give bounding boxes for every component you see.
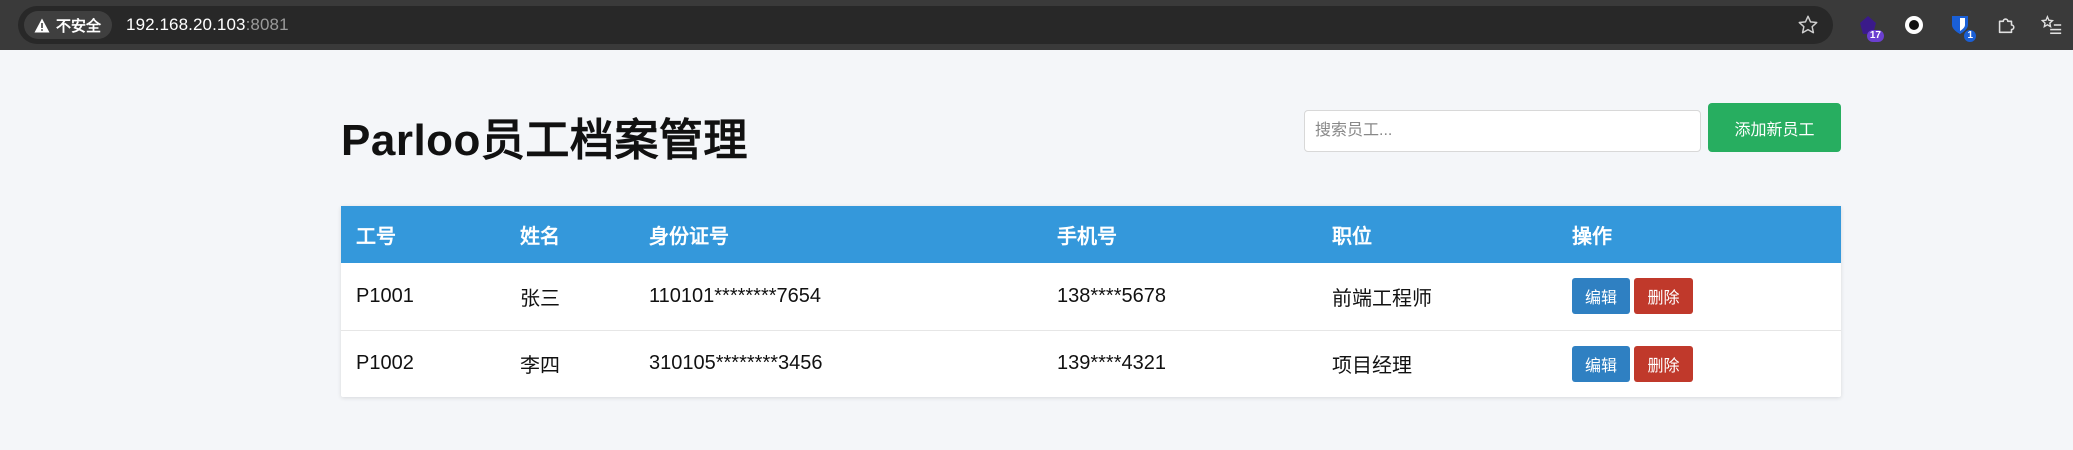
url-host: 192.168.20.103 — [126, 15, 246, 34]
security-label: 不安全 — [56, 17, 102, 35]
cell-actions: 编辑 删除 — [1557, 330, 1841, 397]
cell-id-card: 310105********3456 — [649, 352, 823, 375]
address-bar[interactable]: 不安全 192.168.20.103:8081 — [18, 6, 1833, 44]
cell-position: 项目经理 — [1332, 355, 1412, 378]
cell-id: P1002 — [356, 352, 414, 375]
cell-id: P1001 — [356, 284, 414, 307]
browser-toolbar: 不安全 192.168.20.103:8081 17 1 — [0, 0, 2073, 50]
table-row: P1002 李四 310105********3456 139****4321 … — [341, 330, 1841, 397]
edit-button[interactable]: 编辑 — [1572, 278, 1630, 315]
cell-name: 张三 — [520, 287, 560, 310]
delete-button[interactable]: 删除 — [1634, 345, 1693, 382]
security-indicator[interactable]: 不安全 — [24, 11, 113, 39]
column-header-name: 姓名 — [520, 226, 560, 248]
column-header-position: 职位 — [1332, 226, 1372, 248]
page-title: Parloo员工档案管理 — [341, 116, 748, 165]
cell-phone: 139****4321 — [1057, 352, 1166, 375]
url-text[interactable]: 192.168.20.103:8081 — [126, 15, 289, 35]
cell-actions: 编辑 删除 — [1557, 263, 1841, 330]
bookmark-star-icon[interactable] — [1797, 14, 1819, 36]
warning-icon — [34, 18, 50, 32]
column-header-phone: 手机号 — [1057, 226, 1117, 248]
search-input[interactable] — [1304, 110, 1701, 152]
add-employee-button[interactable]: 添加新员工 — [1708, 103, 1841, 152]
column-header-id: 工号 — [356, 226, 396, 248]
column-header-id-card: 身份证号 — [649, 226, 729, 248]
extensions-area: 17 1 — [1845, 0, 2073, 50]
reading-list-icon[interactable] — [2029, 0, 2073, 50]
edit-button[interactable]: 编辑 — [1572, 345, 1630, 382]
purple-extension-icon[interactable]: 17 — [1845, 0, 1891, 50]
page-content: Parloo员工档案管理 添加新员工 工号 姓名 身份证号 手机号 职位 操作 … — [0, 50, 2073, 450]
circle-extension-icon[interactable] — [1891, 0, 1937, 50]
extension-badge: 1 — [1964, 30, 1976, 42]
delete-button[interactable]: 删除 — [1634, 278, 1693, 315]
extension-badge: 17 — [1866, 30, 1884, 42]
puzzle-icon[interactable] — [1983, 0, 2029, 50]
cell-name: 李四 — [520, 355, 560, 378]
table-row: P1001 张三 110101********7654 138****5678 … — [341, 263, 1841, 330]
cell-phone: 138****5678 — [1057, 284, 1166, 307]
employee-table: 工号 姓名 身份证号 手机号 职位 操作 P1001 张三 110101****… — [341, 206, 1841, 397]
url-port: :8081 — [245, 15, 289, 34]
table-header-row: 工号 姓名 身份证号 手机号 职位 操作 — [341, 206, 1841, 263]
column-header-actions: 操作 — [1572, 226, 1612, 248]
bitwarden-extension-icon[interactable]: 1 — [1937, 0, 1983, 50]
cell-id-card: 110101********7654 — [649, 284, 822, 307]
cell-position: 前端工程师 — [1332, 287, 1432, 310]
